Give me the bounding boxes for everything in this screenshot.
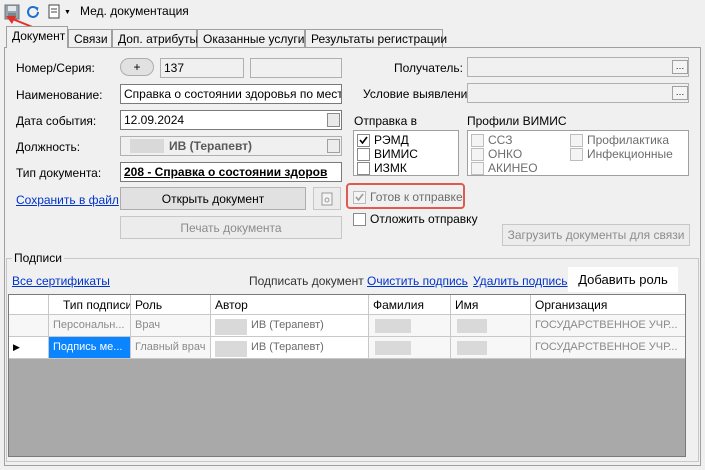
add-role-button[interactable]: Добавить роль <box>568 267 678 292</box>
redacted-block <box>375 341 411 355</box>
signatures-table: Тип подписи Роль Автор Фамилия Имя Орган… <box>8 294 686 457</box>
print-document-button[interactable]: Печать документа <box>120 216 342 239</box>
add-number-button[interactable]: + <box>120 58 154 76</box>
event-date-field[interactable]: 12.09.2024 <box>120 110 342 130</box>
vimis-ssz-label: ССЗ <box>488 133 513 147</box>
sending-remd[interactable]: РЭМД <box>357 133 409 147</box>
column-header-role[interactable]: Роль <box>131 295 211 315</box>
sign-document-action[interactable]: Подписать документ <box>249 274 364 288</box>
row-pointer-icon: ▶ <box>13 342 20 352</box>
sending-title: Отправка в <box>354 114 417 128</box>
condition-field[interactable] <box>467 83 689 103</box>
checkbox-checked-icon[interactable] <box>357 133 370 147</box>
table-cell-type[interactable]: Подпись ме... <box>49 337 131 359</box>
recipient-label: Получатель: <box>394 61 463 75</box>
ready-to-send-label: Готов к отправке <box>370 190 463 204</box>
recipient-field[interactable] <box>467 57 689 77</box>
checkbox-icon[interactable] <box>357 161 370 175</box>
sending-remd-label: РЭМД <box>374 133 409 147</box>
save-to-file-link[interactable]: Сохранить в файл <box>16 193 119 207</box>
chevron-down-icon[interactable]: ▼ <box>64 9 71 16</box>
table-cell-organization[interactable]: ГОСУДАРСТВЕННОЕ УЧР... <box>531 315 685 337</box>
vimis-ssz[interactable]: ССЗ <box>471 133 512 147</box>
file-icon[interactable] <box>313 187 341 210</box>
vimis-infectious[interactable]: Инфекционные <box>570 147 673 161</box>
tab-document[interactable]: Документ <box>6 26 68 48</box>
table-cell-organization[interactable]: ГОСУДАРСТВЕННОЕ УЧР... <box>531 337 685 359</box>
vimis-infectious-label: Инфекционные <box>587 147 673 161</box>
number-field[interactable]: 137 <box>160 58 244 78</box>
name-field[interactable]: Справка о состоянии здоровья по месту тр <box>120 84 342 104</box>
column-header-organization[interactable]: Организация <box>531 295 685 315</box>
sending-vimis[interactable]: ВИМИС <box>357 147 418 161</box>
row-header-corner <box>9 295 49 315</box>
postpone-sending-label: Отложить отправку <box>370 212 478 226</box>
column-header-last-name[interactable]: Фамилия <box>369 295 451 315</box>
delete-signature-link[interactable]: Удалить подпись <box>473 274 568 288</box>
checkbox-icon[interactable] <box>471 147 484 161</box>
checkbox-icon[interactable] <box>357 147 370 161</box>
redacted-block <box>375 319 411 333</box>
number-label: Номер/Серия: <box>16 61 95 75</box>
calendar-icon[interactable] <box>327 113 340 127</box>
vimis-akineo-label: АКИНЕО <box>488 161 538 175</box>
redacted-block <box>215 341 247 357</box>
checkbox-icon[interactable] <box>570 147 583 161</box>
redacted-block <box>457 319 487 333</box>
vimis-prevention[interactable]: Профилактика <box>570 133 669 147</box>
condition-label: Условие выявления: <box>363 87 478 101</box>
position-picker-icon[interactable] <box>327 139 340 153</box>
tab-extra-attributes[interactable]: Доп. атрибуты <box>112 29 198 48</box>
ready-to-send[interactable]: Готов к отправке <box>353 190 463 204</box>
column-header-author[interactable]: Автор <box>211 295 369 315</box>
all-certificates-link[interactable]: Все сертификаты <box>12 274 110 288</box>
tab-links[interactable]: Связи <box>68 29 112 48</box>
signatures-title: Подписи <box>12 251 64 265</box>
condition-more-icon[interactable]: … <box>672 86 688 100</box>
sending-izmk[interactable]: ИЗМК <box>357 161 407 175</box>
vimis-title: Профили ВИМИС <box>467 114 567 128</box>
open-document-button[interactable]: Открыть документ <box>120 187 306 210</box>
event-date-label: Дата события: <box>16 114 97 128</box>
redacted-block <box>215 319 247 335</box>
doctype-label: Тип документа: <box>16 166 102 180</box>
sending-izmk-label: ИЗМК <box>374 161 407 175</box>
column-header-type[interactable]: Тип подписи <box>49 295 131 315</box>
checkbox-checked-icon[interactable] <box>353 190 366 204</box>
table-cell-role[interactable]: Главный врач <box>131 337 211 359</box>
vimis-akineo[interactable]: АКИНЕО <box>471 161 538 175</box>
table-cell-role[interactable]: Врач <box>131 315 211 337</box>
vimis-prevention-label: Профилактика <box>587 133 669 147</box>
clear-signature-link[interactable]: Очистить подпись <box>367 274 468 288</box>
table-cell-type[interactable]: Персональн... <box>49 315 131 337</box>
column-header-first-name[interactable]: Имя <box>451 295 531 315</box>
tab-registration-results[interactable]: Результаты регистрации <box>305 29 447 48</box>
checkbox-icon[interactable] <box>570 133 583 147</box>
postpone-sending[interactable]: Отложить отправку <box>353 212 478 226</box>
upload-linked-documents-button[interactable]: Загрузить документы для связи <box>502 224 690 246</box>
vimis-onko[interactable]: ОНКО <box>471 147 522 161</box>
redacted-block <box>130 139 164 153</box>
series-field[interactable] <box>250 58 342 78</box>
sending-vimis-label: ВИМИС <box>374 147 418 161</box>
checkbox-icon[interactable] <box>471 161 484 175</box>
position-label: Должность: <box>16 140 81 154</box>
row-header[interactable] <box>9 315 49 337</box>
window-title: Мед. документация <box>80 4 189 18</box>
checkbox-icon[interactable] <box>471 133 484 147</box>
redacted-block <box>457 341 487 355</box>
title-bar: ▼ Мед. документация <box>0 0 705 24</box>
tab-services[interactable]: Оказанные услуги <box>197 29 305 48</box>
recipient-more-icon[interactable]: … <box>672 60 688 74</box>
doctype-field[interactable]: 208 - Справка о состоянии здоров <box>120 162 342 182</box>
checkbox-icon[interactable] <box>353 212 366 226</box>
row-header-current[interactable]: ▶ <box>9 337 49 359</box>
vimis-onko-label: ОНКО <box>488 147 523 161</box>
name-label: Наименование: <box>16 88 103 102</box>
